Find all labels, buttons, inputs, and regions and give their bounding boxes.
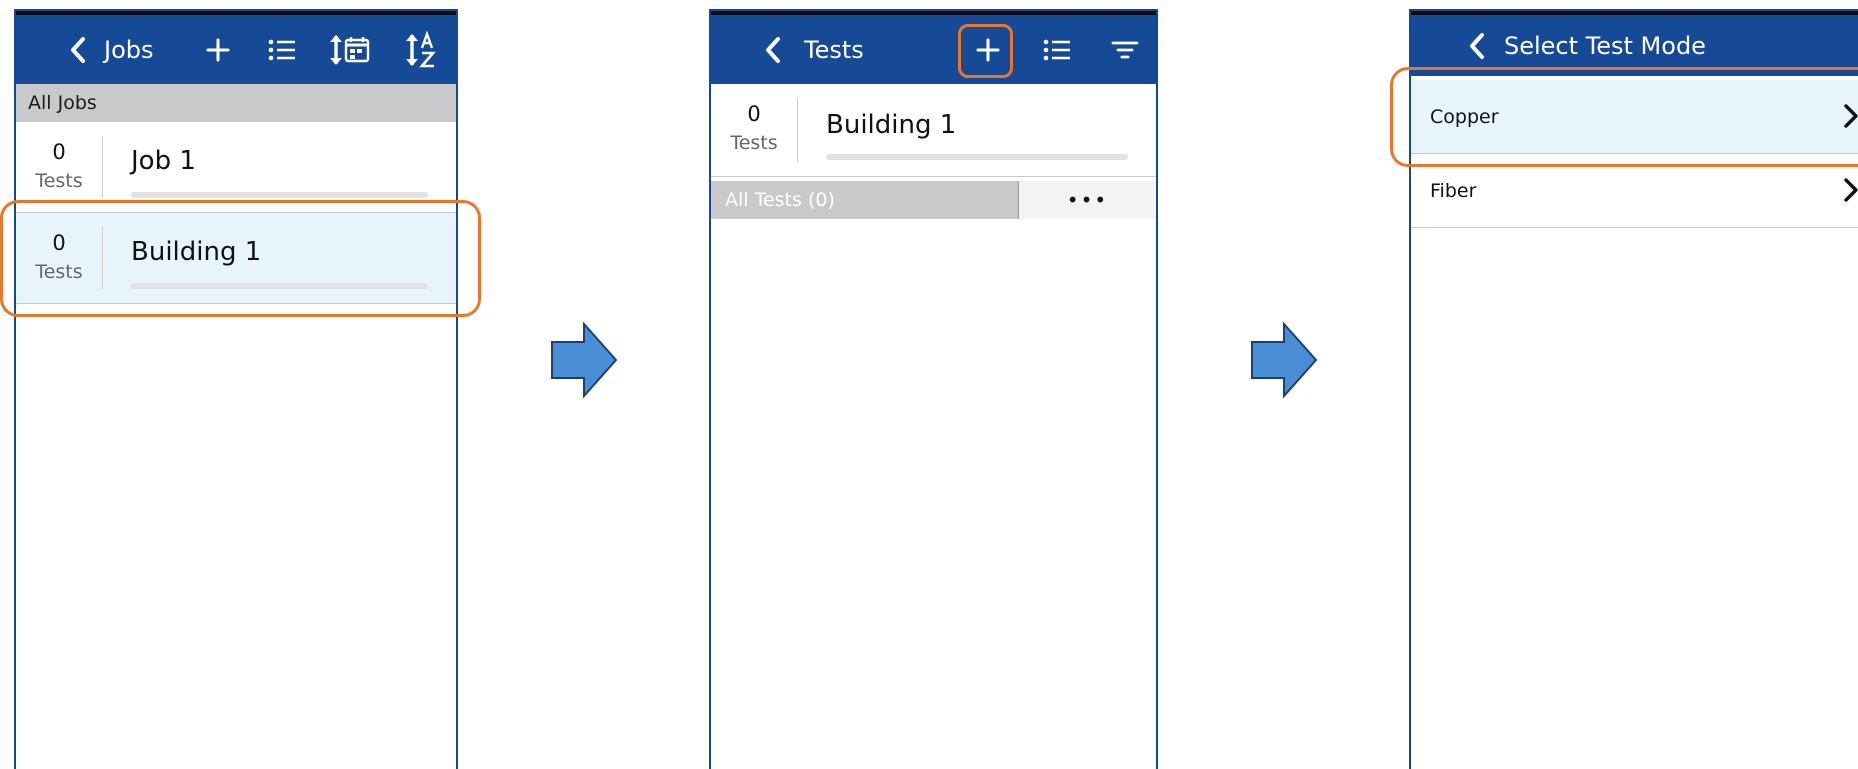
job-summary-row: 0 Tests Building 1	[711, 84, 1156, 177]
job-name: Building 1	[826, 110, 957, 140]
page-title: Jobs	[104, 35, 154, 64]
test-count: 0 Tests	[35, 140, 83, 192]
flow-arrow-icon	[1251, 322, 1318, 398]
back-chevron-icon	[1470, 32, 1484, 59]
progress-bar	[826, 154, 1128, 160]
divider	[102, 136, 103, 198]
list-icon	[268, 39, 295, 60]
jobs-header: Jobs	[16, 11, 456, 84]
job-name: Job 1	[131, 146, 196, 176]
filter-icon	[1111, 41, 1139, 58]
section-label: All Tests (0)	[725, 189, 835, 211]
jobs-screen: Jobs All Jobs 0 Tests Job 1 0 Tests Buil…	[14, 9, 458, 769]
plus-icon	[206, 38, 230, 61]
highlight-copper-option	[1390, 67, 1858, 167]
list-view-button[interactable]	[254, 15, 310, 84]
back-button[interactable]	[56, 15, 100, 84]
progress-bar	[131, 192, 428, 198]
tests-screen: Tests 0 Tests Building 1 All Tests (0) •…	[709, 9, 1158, 769]
highlight-add-test-button	[958, 24, 1013, 78]
chevron-right-icon	[1844, 178, 1858, 202]
sort-alpha-button[interactable]	[394, 15, 450, 84]
highlight-selected-job	[0, 200, 481, 317]
back-chevron-icon	[71, 36, 85, 63]
list-icon	[1043, 39, 1070, 60]
page-title: Tests	[804, 35, 864, 64]
filter-button[interactable]	[1097, 15, 1153, 84]
back-button[interactable]	[751, 15, 795, 84]
back-chevron-icon	[766, 36, 780, 63]
add-job-button[interactable]	[190, 15, 246, 84]
test-count: 0 Tests	[730, 102, 778, 154]
more-icon: •••	[1066, 188, 1109, 212]
sort-by-date-button[interactable]	[318, 15, 382, 84]
tests-header: Tests	[711, 11, 1156, 84]
sort-alpha-icon	[406, 30, 436, 67]
section-label: All Jobs	[28, 92, 97, 114]
list-view-button[interactable]	[1029, 15, 1085, 84]
flow-arrow-icon	[551, 322, 618, 398]
sort-by-date-icon	[330, 34, 370, 65]
divider	[797, 98, 798, 162]
more-options-button[interactable]: •••	[1018, 181, 1156, 219]
section-header: All Jobs	[16, 84, 456, 122]
page-title: Select Test Mode	[1504, 31, 1706, 60]
